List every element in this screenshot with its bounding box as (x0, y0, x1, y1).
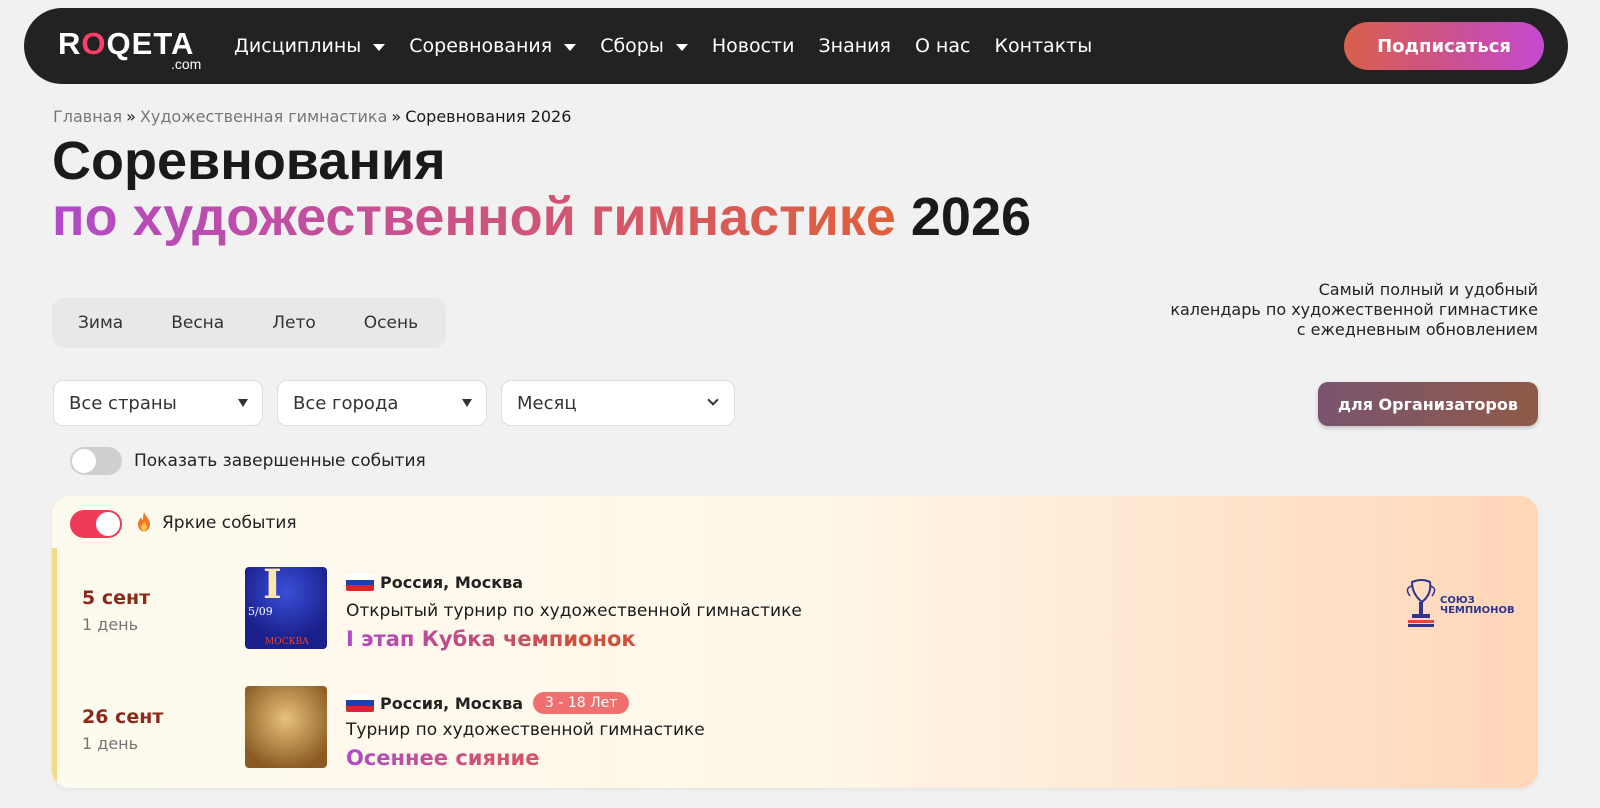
country-select[interactable]: Все страны (53, 380, 263, 426)
event-location-text: Россия, Москва (380, 693, 523, 713)
event-duration: 1 день (82, 734, 139, 753)
event-row[interactable]: 5 сент 1 день I 5/09 МОСКВА Россия, Моск… (52, 561, 1538, 663)
tab-spring[interactable]: Весна (171, 313, 224, 333)
dropdown-arrow-icon (238, 399, 248, 407)
nav-news[interactable]: Новости (712, 35, 795, 57)
event-location: Россия, Москва (346, 573, 523, 592)
breadcrumb-section[interactable]: Художественная гимнастика (140, 107, 388, 126)
age-badge: 3 - 18 Лет (533, 692, 630, 714)
fire-icon (138, 512, 150, 532)
nav-about[interactable]: О нас (915, 35, 971, 57)
breadcrumb-separator: » (391, 107, 402, 126)
organizer-logo-line: ЧЕМПИОНОВ (1440, 605, 1515, 616)
country-select-value: Все страны (69, 392, 177, 414)
page-title-line1: Соревнования (52, 131, 446, 191)
poster-roman: I (263, 561, 282, 608)
tab-summer[interactable]: Лето (272, 313, 316, 333)
event-location-text: Россия, Москва (380, 573, 523, 592)
nav-disciplines[interactable]: Дисциплины (234, 35, 386, 57)
show-completed-label: Показать завершенные события (134, 451, 426, 471)
nav-label: О нас (914, 35, 971, 57)
nav-label: Соревнования (409, 35, 553, 57)
nav-contacts[interactable]: Контакты (994, 35, 1092, 57)
show-completed-toggle[interactable] (70, 447, 122, 475)
event-poster[interactable] (245, 686, 327, 768)
breadcrumb: Главная» Художественная гимнастика» Соревн… (53, 107, 571, 126)
bright-events-toggle[interactable] (70, 510, 122, 538)
tagline-line: Самый полный и удобный (1318, 280, 1538, 299)
nav-camps[interactable]: Сборы (600, 35, 688, 57)
event-duration: 1 день (82, 615, 139, 634)
dropdown-arrow-icon (462, 399, 472, 407)
event-type: Турнир по художественной гимнастике (346, 720, 705, 740)
nav-competitions[interactable]: Соревнования (409, 35, 577, 57)
nav-knowledge[interactable]: Знания (818, 35, 890, 57)
event-poster[interactable]: I 5/09 МОСКВА (245, 561, 327, 649)
event-title[interactable]: I этап Кубка чемпионок (346, 627, 636, 651)
subscribe-button[interactable]: Подписаться (1344, 22, 1544, 70)
tab-winter[interactable]: Зима (78, 313, 123, 333)
event-type: Открытый турнир по художественной гимнас… (346, 601, 802, 621)
organizer-logo-text: СОЮЗ ЧЕМПИОНОВ (1440, 596, 1515, 616)
season-tabs: Зима Весна Лето Осень (52, 298, 446, 348)
nav-label: Знания (818, 35, 891, 57)
breadcrumb-current: Соревнования 2026 (405, 107, 572, 126)
main-nav: Дисциплины Соревнования Сборы Новости Зн… (234, 35, 1116, 57)
nav-label: Сборы (600, 35, 664, 57)
trophy-icon (1406, 579, 1436, 627)
event-location: Россия, Москва 3 - 18 Лет (346, 692, 630, 714)
event-date: 5 сент (82, 587, 151, 609)
logo-domain: .com (171, 56, 202, 72)
calendar-tagline: Самый полный и удобный календарь по худо… (1170, 280, 1538, 340)
nav-label: Дисциплины (234, 35, 362, 57)
toggle-knob (72, 449, 96, 473)
event-title[interactable]: Осеннее сияние (346, 746, 539, 770)
organizer-logo[interactable]: СОЮЗ ЧЕМПИОНОВ (1402, 576, 1515, 630)
caret-down-icon (675, 43, 688, 51)
bright-events-panel: Яркие события 5 сент 1 день I 5/09 МОСКВ… (52, 496, 1538, 788)
breadcrumb-home[interactable]: Главная (53, 107, 122, 126)
nav-label: Новости (711, 35, 795, 57)
chevron-down-icon (707, 394, 719, 406)
poster-city: МОСКВА (265, 637, 309, 647)
tab-autumn[interactable]: Осень (364, 313, 418, 333)
event-row[interactable]: 26 сент 1 день Россия, Москва 3 - 18 Лет… (52, 686, 1538, 782)
top-navbar: ROQETA .com Дисциплины Соревнования Сбор… (24, 8, 1568, 84)
site-logo[interactable]: ROQETA .com (58, 18, 208, 74)
bright-events-label: Яркие события (162, 513, 297, 533)
nav-label: Контакты (994, 35, 1093, 57)
page-title-year: 2026 (910, 187, 1032, 247)
russia-flag-icon (346, 694, 374, 712)
event-date: 26 сент (82, 706, 164, 728)
poster-date: 5/09 (248, 605, 273, 618)
tagline-line: с ежедневным обновлением (1296, 320, 1538, 339)
toggle-knob (96, 512, 120, 536)
page-title-highlight: по художественной гимнастике (52, 187, 896, 247)
breadcrumb-separator: » (126, 107, 136, 126)
russia-flag-icon (346, 574, 374, 591)
organizers-button[interactable]: для Организаторов (1318, 382, 1538, 426)
caret-down-icon (373, 43, 386, 51)
month-select-value: Месяц (517, 392, 577, 414)
city-select-value: Все города (293, 392, 399, 414)
tagline-line: календарь по художественной гимнастике (1170, 300, 1538, 319)
page-title-line2: по художественной гимнастике 2026 (52, 188, 1031, 246)
caret-down-icon (564, 43, 577, 51)
month-select[interactable]: Месяц (501, 380, 735, 426)
city-select[interactable]: Все города (277, 380, 487, 426)
